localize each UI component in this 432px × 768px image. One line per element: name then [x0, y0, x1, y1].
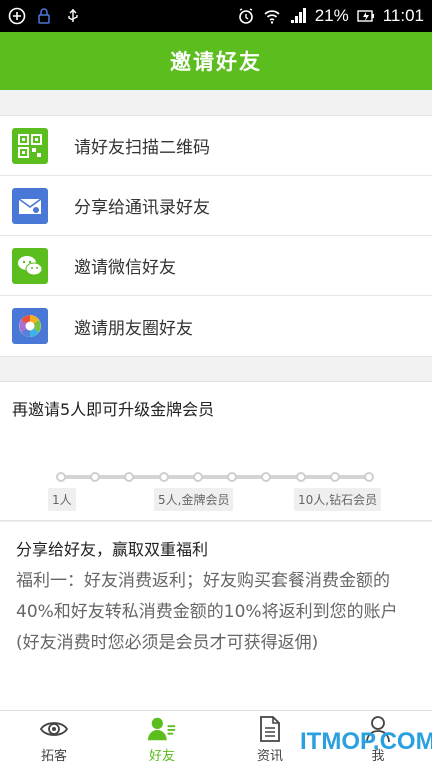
benefit-title: 分享给好友，赢取双重福利: [16, 540, 209, 559]
document-icon: [255, 715, 285, 743]
menu-item-label: 分享给通讯录好友: [74, 198, 210, 218]
progress-dot: [124, 472, 135, 482]
watermark-text: ITMOP.COM: [300, 728, 432, 755]
benefit-description: 福利一：好友消费返利；好友购买套餐消费金额的40%和好友转私消费金额的10%将返…: [16, 571, 398, 653]
tick-label-diamond: 10人,钻石会员: [294, 488, 382, 511]
benefit-panel: 分享给好友，赢取双重福利 福利一：好友消费返利；好友购买套餐消费金额的40%和好…: [0, 522, 432, 710]
menu-item-wechat[interactable]: 邀请微信好友: [0, 236, 432, 296]
moments-icon: [12, 308, 48, 344]
alarm-icon: [238, 8, 253, 24]
menu-item-qrcode[interactable]: 请好友扫描二维码: [0, 116, 432, 176]
progress-dot: [56, 472, 66, 482]
usb-icon: [68, 9, 78, 22]
progress-dot: [90, 472, 101, 482]
menu-item-moments[interactable]: 邀请朋友圈好友: [0, 296, 432, 356]
invite-menu: 请好友扫描二维码 分享给通讯录好友 邀请微信好友 邀请朋友圈好友: [0, 115, 432, 357]
progress-dot: [158, 472, 169, 482]
wechat-icon: [12, 247, 48, 284]
tab-friends[interactable]: 好友: [108, 711, 216, 768]
progress-line: [56, 475, 374, 479]
clock: 11:01: [382, 6, 424, 25]
status-bar: 21% 11:01: [0, 0, 432, 32]
member-progress-track: [56, 472, 374, 482]
menu-item-label: 请好友扫描二维码: [74, 138, 210, 158]
upgrade-panel: 再邀请5人即可升级金牌会员 1人 5人,金牌会员 10人,钻石会员: [0, 381, 432, 521]
lock-user-icon: [38, 8, 50, 24]
progress-dot: [261, 472, 272, 482]
app-header: 邀请好友: [0, 32, 432, 90]
wifi-icon: [264, 10, 280, 24]
battery-icon: [357, 10, 374, 22]
qrcode-icon: [12, 127, 48, 164]
add-circle-icon: [8, 7, 26, 25]
menu-item-contacts[interactable]: 分享给通讯录好友: [0, 176, 432, 236]
tab-label: 资讯: [256, 749, 283, 764]
progress-dot: [192, 472, 203, 482]
tab-label: 拓客: [40, 749, 67, 764]
mail-icon: [12, 187, 48, 224]
menu-item-label: 邀请微信好友: [74, 258, 176, 278]
signal-icon: [290, 8, 306, 23]
eye-icon: [39, 715, 69, 743]
progress-dot: [364, 472, 374, 482]
tab-label: 好友: [148, 749, 175, 764]
tick-label-gold: 5人,金牌会员: [154, 488, 234, 511]
tab-tuoke[interactable]: 拓客: [0, 711, 108, 768]
progress-dot: [295, 472, 306, 482]
page-title: 邀请好友: [170, 50, 262, 74]
tick-label-1: 1人: [48, 488, 76, 511]
progress-dot: [329, 472, 340, 482]
battery-percent: 21%: [314, 6, 349, 25]
friends-icon: [147, 715, 177, 743]
progress-dot: [227, 472, 238, 482]
menu-item-label: 邀请朋友圈好友: [74, 318, 193, 339]
upgrade-title: 再邀请5人即可升级金牌会员: [12, 400, 215, 419]
